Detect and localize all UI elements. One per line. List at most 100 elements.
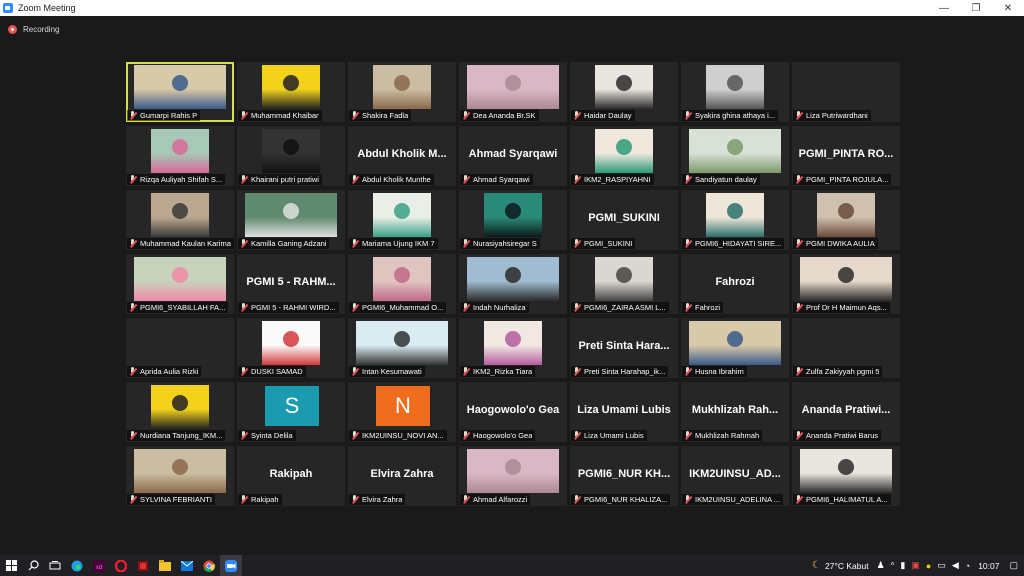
participant-tile[interactable]: S Syinta Delila (237, 382, 345, 442)
chevron-up-icon[interactable]: ^ (891, 561, 895, 570)
zoom-taskbar-icon[interactable] (220, 555, 242, 576)
muted-mic-icon (351, 431, 359, 440)
participant-tile[interactable]: IKM2_Rizka Tiara (459, 318, 567, 378)
muted-mic-icon (462, 111, 470, 120)
participant-name-label: Haidar Daulay (571, 110, 635, 121)
participant-tile[interactable]: Mukhlizah Rah... Mukhlizah Rahmah (681, 382, 789, 442)
participant-tile[interactable]: PGMI 5 - RAHM... PGMI 5 - RAHMI WIRD... (237, 254, 345, 314)
app-icon-red[interactable] (132, 555, 154, 576)
participant-tile[interactable]: N IKM2UINSU_NOVI AN... (348, 382, 456, 442)
participant-tile[interactable]: Ananda Pratiwi... Ananda Pratiwi Barus (792, 382, 900, 442)
chrome-icon[interactable] (198, 555, 220, 576)
participant-video (706, 65, 764, 109)
participant-tile[interactable]: Intan Kesumawati (348, 318, 456, 378)
muted-mic-icon (351, 367, 359, 376)
participant-tile[interactable]: Liza Umami Lubis Liza Umami Lubis (570, 382, 678, 442)
participant-tile[interactable]: Ahmad Alfarozzi (459, 446, 567, 506)
muted-mic-icon (129, 431, 137, 440)
participant-tile[interactable]: PGMI6_Muhammad O... (348, 254, 456, 314)
participant-name-label: IKM2_RASPIYAHNI (571, 174, 654, 185)
search-icon[interactable] (22, 555, 44, 576)
participant-tile[interactable]: Haidar Daulay (570, 62, 678, 122)
participant-name-label: Ahmad Syarqawi (460, 174, 533, 185)
participant-tile[interactable]: DUSKI SAMAD (237, 318, 345, 378)
muted-mic-icon (462, 175, 470, 184)
participant-tile[interactable]: IKM2UINSU_AD... IKM2UINSU_ADELINA ... (681, 446, 789, 506)
participant-tile[interactable]: Abdul Kholik M... Abdul Kholik Munthe (348, 126, 456, 186)
participant-tile[interactable]: Mariama Ujung IKM 7 (348, 190, 456, 250)
participant-tile[interactable]: PGMI6_ZAIRA ASMI L... (570, 254, 678, 314)
participant-tile[interactable]: Khairani putri pratiwi (237, 126, 345, 186)
participant-name-label: Elvira Zahra (349, 494, 406, 505)
participant-tile[interactable]: Syakira ghina athaya i... (681, 62, 789, 122)
participant-name-label: Indah Nurhaliza (460, 302, 529, 313)
participant-tile[interactable]: Gumarpi Rahis P (126, 62, 234, 122)
muted-mic-icon (684, 495, 692, 504)
participant-name-label: Aprida Aulia Rizki (127, 366, 202, 377)
participant-name: Ananda Pratiwi Barus (806, 431, 879, 440)
mic-tray-icon[interactable]: ▮ (900, 560, 905, 571)
speaker-icon[interactable]: ◀ (952, 560, 959, 571)
opera-icon[interactable] (110, 555, 132, 576)
mail-icon[interactable] (176, 555, 198, 576)
adobe-xd-icon[interactable]: xd (88, 555, 110, 576)
task-view-icon[interactable] (44, 555, 66, 576)
participant-tile[interactable]: Husna Ibrahim (681, 318, 789, 378)
status-tray-icon[interactable]: ● (926, 561, 931, 571)
maximize-button[interactable]: ❐ (960, 0, 992, 16)
weather-label[interactable]: 27°C Kabut (825, 561, 869, 571)
participant-tile[interactable]: Liza Putriwardhani (792, 62, 900, 122)
participant-tile[interactable]: Zulfa Zakiyyah pgmi 5 (792, 318, 900, 378)
participant-tile[interactable]: PGMI6_HALIMATUL A... (792, 446, 900, 506)
person-icon[interactable]: ♟ (877, 560, 885, 571)
minimize-button[interactable]: — (928, 0, 960, 16)
participant-name: Gumarpi Rahis P (140, 111, 198, 120)
participant-tile[interactable]: Kamilla Ganing Adzani (237, 190, 345, 250)
participant-tile[interactable]: Aprida Aulia Rizki (126, 318, 234, 378)
app-tray-icon[interactable]: ▣ (911, 560, 920, 571)
close-button[interactable]: ✕ (992, 0, 1024, 16)
muted-mic-icon (573, 495, 581, 504)
participant-tile[interactable]: Rizqa Auliyah Shifah S... (126, 126, 234, 186)
participant-tile[interactable]: Fahrozi Fahrozi (681, 254, 789, 314)
wifi-icon[interactable]: ◔ (965, 561, 970, 571)
participant-tile[interactable]: Nurdiana Tanjung_IKM... (126, 382, 234, 442)
muted-mic-icon (129, 111, 137, 120)
muted-mic-icon (462, 495, 470, 504)
participant-tile[interactable]: PGMI DWIKA AULIA (792, 190, 900, 250)
battery-icon[interactable]: ▭ (937, 560, 946, 571)
participant-tile[interactable]: Haogowolo'o Gea Haogowolo'o Gea (459, 382, 567, 442)
participant-tile[interactable]: Elvira Zahra Elvira Zahra (348, 446, 456, 506)
participant-video (689, 321, 781, 365)
recording-indicator[interactable]: Recording (8, 22, 59, 36)
participant-tile[interactable]: PGMI6_HIDAYATI SIRE... (681, 190, 789, 250)
file-explorer-icon[interactable] (154, 555, 176, 576)
participant-tile[interactable]: Prof Dr H Maimun Aqs... (792, 254, 900, 314)
participant-tile[interactable]: PGMI6_SYABILLAH FA... (126, 254, 234, 314)
participant-tile[interactable]: Shakira Fadla (348, 62, 456, 122)
participant-name: PGMI6_HIDAYATI SIRE... (695, 239, 782, 248)
participant-video (595, 129, 653, 173)
participant-tile[interactable]: Sandiyatun daulay (681, 126, 789, 186)
participant-tile[interactable]: Muhammad Khaibar (237, 62, 345, 122)
participant-tile[interactable]: Dea Ananda Br.SK (459, 62, 567, 122)
participant-tile[interactable]: PGMI_PINTA RO... PGMI_PINTA ROJULA... (792, 126, 900, 186)
participant-name-label: Rizqa Auliyah Shifah S... (127, 174, 226, 185)
participant-name: SYLVINA FEBRIANTI (140, 495, 212, 504)
participant-tile[interactable]: PGMI6_NUR KH... PGMI6_NUR KHALIZA... (570, 446, 678, 506)
participant-tile[interactable]: PGMI_SUKINI PGMI_SUKINI (570, 190, 678, 250)
participant-tile[interactable]: Preti Sinta Hara... Preti Sinta Harahap_i… (570, 318, 678, 378)
participant-tile[interactable]: Muhammad Kaulan Karima (126, 190, 234, 250)
participant-name-label: IKM2UINSU_NOVI AN... (349, 430, 447, 441)
participant-tile[interactable]: Nurasiyahsiregar S (459, 190, 567, 250)
participant-name: Intan Kesumawati (362, 367, 422, 376)
participant-tile[interactable]: Indah Nurhaliza (459, 254, 567, 314)
notification-icon[interactable]: ▢ (1009, 560, 1018, 571)
participant-tile[interactable]: Rakipah Rakipah (237, 446, 345, 506)
participant-tile[interactable]: IKM2_RASPIYAHNI (570, 126, 678, 186)
edge-browser-icon[interactable] (66, 555, 88, 576)
clock-time[interactable]: 10:07 (978, 561, 999, 571)
participant-tile[interactable]: SYLVINA FEBRIANTI (126, 446, 234, 506)
participant-tile[interactable]: Ahmad Syarqawi Ahmad Syarqawi (459, 126, 567, 186)
start-button[interactable] (0, 555, 22, 576)
